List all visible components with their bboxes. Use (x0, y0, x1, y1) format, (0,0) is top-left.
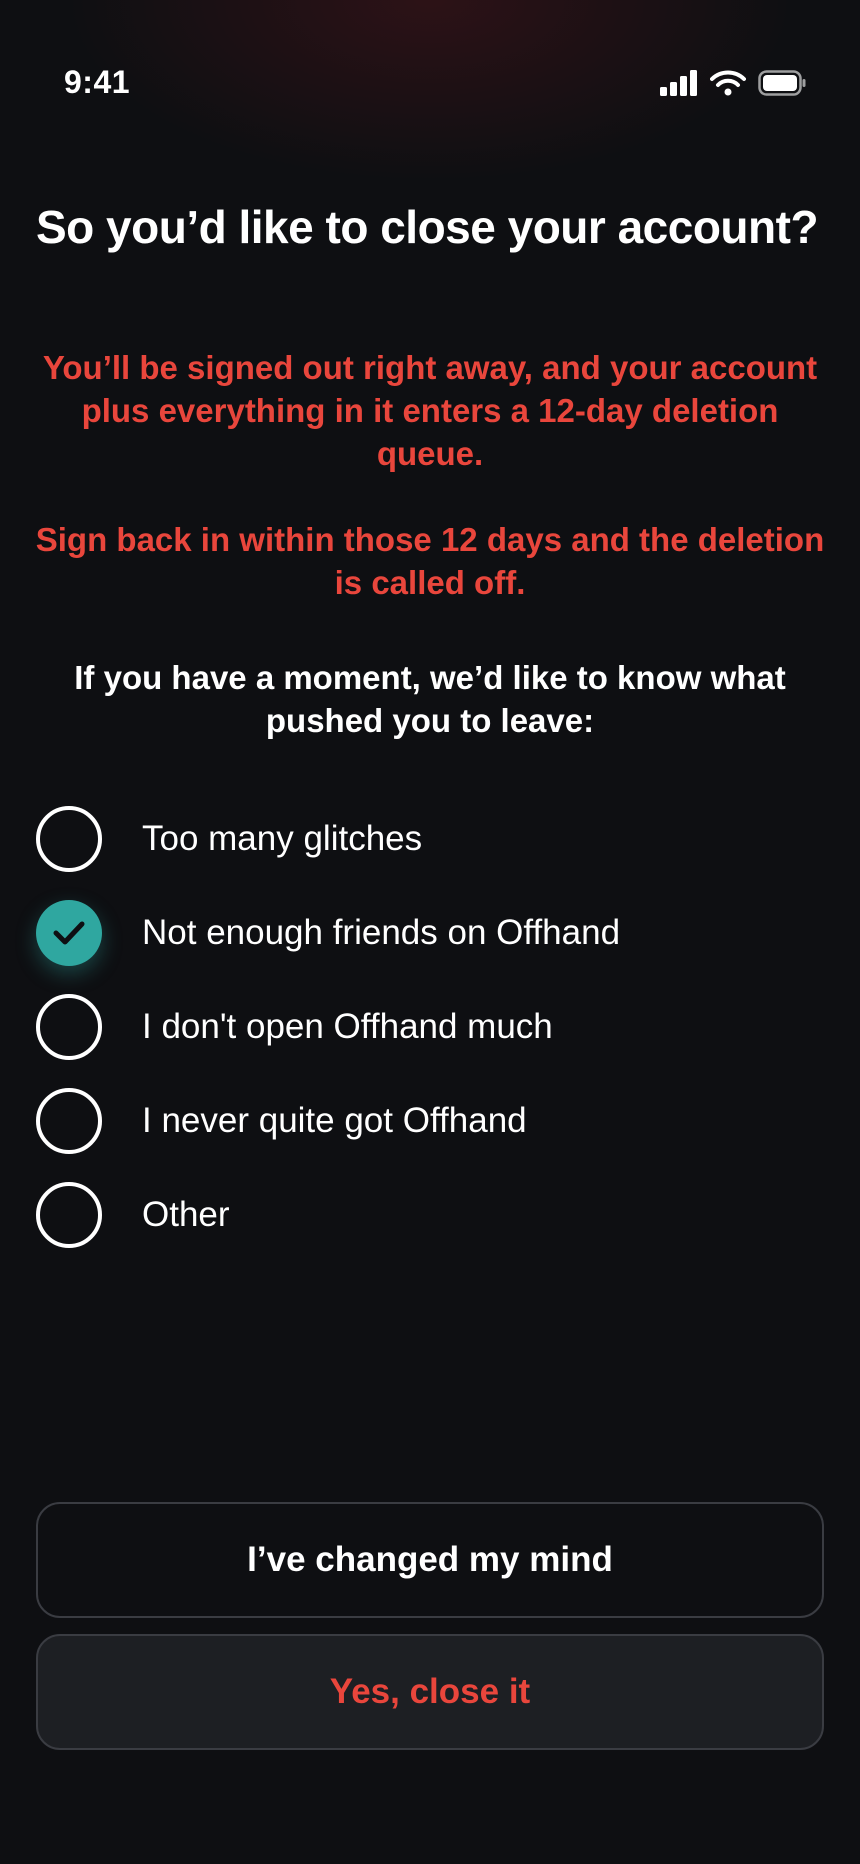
deletion-warning-text: You’ll be signed out right away, and you… (42, 349, 818, 472)
reason-option-label: I never quite got Offhand (142, 1101, 527, 1140)
reason-option-never-got-it[interactable]: I never quite got Offhand (36, 1088, 816, 1154)
reason-option-other[interactable]: Other (36, 1182, 816, 1248)
checkmark-icon (53, 921, 85, 945)
reason-option-label: I don't open Offhand much (142, 1007, 553, 1046)
reason-option-not-enough-friends[interactable]: Not enough friends on Offhand (36, 900, 816, 966)
status-icons (660, 70, 806, 96)
radio-unchecked-icon[interactable] (36, 1088, 102, 1154)
reason-option-label: Too many glitches (142, 819, 423, 858)
reason-option-dont-open-much[interactable]: I don't open Offhand much (36, 994, 816, 1060)
reason-options-list: Too many glitches Not enough friends on … (36, 806, 816, 1276)
battery-icon (758, 70, 806, 96)
confirm-close-account-button[interactable]: Yes, close it (36, 1634, 824, 1750)
radio-unchecked-icon[interactable] (36, 1182, 102, 1248)
reason-option-too-many-glitches[interactable]: Too many glitches (36, 806, 816, 872)
wifi-icon (710, 70, 746, 96)
radio-unchecked-icon[interactable] (36, 994, 102, 1060)
radio-checked-icon[interactable] (36, 900, 102, 966)
leave-reason-prompt: If you have a moment, we’d like to know … (74, 659, 786, 739)
radio-unchecked-icon[interactable] (36, 806, 102, 872)
reason-option-label: Not enough friends on Offhand (142, 913, 621, 952)
cancel-deletion-info-text: Sign back in within those 12 days and th… (35, 521, 825, 601)
status-time: 9:41 (64, 64, 131, 100)
changed-my-mind-button[interactable]: I’ve changed my mind (36, 1502, 824, 1618)
signal-icon (660, 70, 698, 96)
page-title: So you’d like to close your account? (36, 201, 819, 253)
close-account-screen: 9:41 So you’d like to close your account… (0, 0, 860, 1864)
reason-option-label: Other (142, 1195, 230, 1234)
